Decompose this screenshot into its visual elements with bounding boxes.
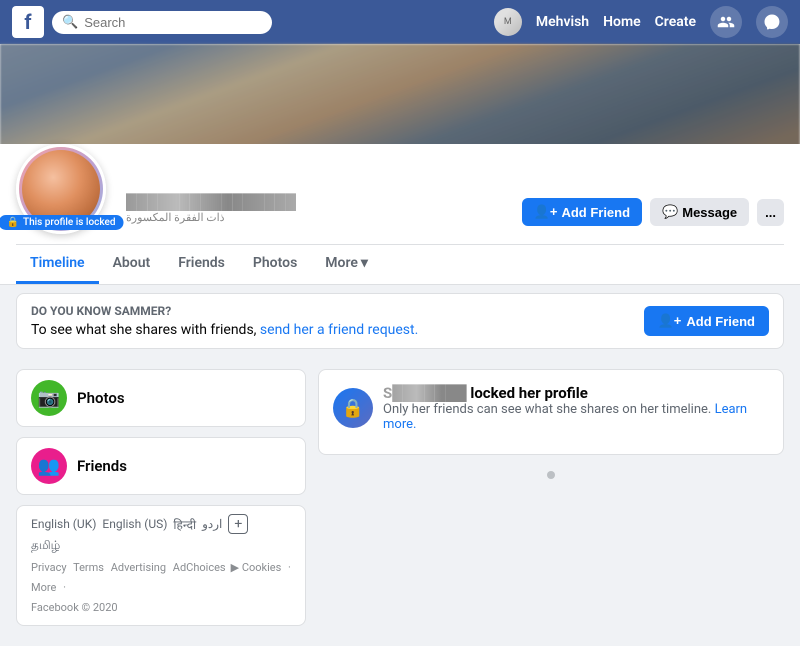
photos-icon: 📷 [31,380,67,416]
photos-widget-item[interactable]: 📷 Photos [17,370,305,426]
friends-icon[interactable] [710,6,742,38]
lang-tamil[interactable]: தமிழ் [31,538,60,554]
search-input[interactable] [84,15,244,30]
facebook-logo[interactable]: f [12,6,44,38]
chevron-down-icon: ▾ [361,255,368,271]
advertising-link[interactable]: Advertising [111,561,166,574]
friends-widget-item[interactable]: 👥 Friends [17,438,305,494]
loading-indicator [547,471,555,479]
locked-post-header: 🔒 S███████ locked her profile Only her f… [333,384,769,432]
profile-nav: Timeline About Friends Photos More ▾ [16,244,784,284]
message-button[interactable]: 💬 Message [650,198,749,226]
know-banner-add-friend-button[interactable]: 👤+ Add Friend [644,306,769,336]
copyright-text: Facebook © 2020 [31,601,118,614]
left-sidebar: 📷 Photos 👥 Friends English (UK) English … [16,369,306,634]
privacy-link[interactable]: Privacy [31,561,67,574]
more-footer-link[interactable]: More · [31,581,66,594]
sidebar-photos-widget: 📷 Photos [16,369,306,427]
locked-profile-badge: 🔒 This profile is locked [0,215,123,230]
locked-post-avatar: 🔒 [333,388,373,428]
top-navigation: f 🔍 M Mehvish Home Create [0,0,800,44]
know-banner-text: To see what she shares with friends, sen… [31,322,644,338]
lock-icon: 🔒 [7,217,19,228]
locked-post-action: locked her profile [470,384,588,402]
lang-hindi[interactable]: हिन्दी [173,516,196,533]
profile-avatar-wrap: 🔒 This profile is locked [16,144,106,234]
know-banner-title: DO YOU KNOW SAMMER? [31,304,644,318]
language-row-2: தமிழ் [31,538,291,554]
friends-label: Friends [77,457,127,475]
tab-photos[interactable]: Photos [239,245,311,284]
add-friend-sm-icon: 👤+ [658,313,682,329]
add-friend-button[interactable]: 👤+ Add Friend [522,198,642,226]
tab-about[interactable]: About [99,245,165,284]
lang-add-button[interactable]: + [228,514,248,534]
more-actions-button[interactable]: ... [757,199,784,226]
locked-post-description: Only her friends can see what she shares… [383,402,769,432]
profile-top: 🔒 This profile is locked ███████████████… [16,144,784,242]
sidebar-friends-widget: 👥 Friends [16,437,306,495]
know-banner: DO YOU KNOW SAMMER? To see what she shar… [16,293,784,349]
tab-friends[interactable]: Friends [164,245,239,284]
profile-name-box: ████████████████ ذات الفقرة المكسورة [118,189,304,228]
tab-timeline[interactable]: Timeline [16,245,99,284]
language-section: English (UK) English (US) हिन्दी اردو + … [16,505,306,626]
lang-english-us[interactable]: English (US) [102,517,167,531]
language-row: English (UK) English (US) हिन्दी اردو + [31,514,291,534]
friends-widget-icon: 👥 [31,448,67,484]
nav-right: M Mehvish Home Create [494,6,788,38]
locked-post-card: 🔒 S███████ locked her profile Only her f… [318,369,784,455]
send-friend-request-link[interactable]: send her a friend request. [260,322,418,338]
search-icon: 🔍 [62,15,78,30]
locked-post-info: S███████ locked her profile Only her fri… [383,384,769,432]
footer-links: Privacy Terms Advertising AdChoices▶ Coo… [31,558,291,617]
nav-avatar: M [494,8,522,36]
photos-label: Photos [77,389,125,407]
tab-more[interactable]: More ▾ [311,245,382,284]
know-banner-left: DO YOU KNOW SAMMER? To see what she shar… [31,304,644,338]
nav-home-link[interactable]: Home [603,14,641,30]
messenger-icon[interactable] [756,6,788,38]
nav-create-link[interactable]: Create [655,14,696,30]
main-content: 📷 Photos 👥 Friends English (UK) English … [0,357,800,646]
adchoices-link[interactable]: AdChoices▶ [173,558,239,578]
lang-english-uk[interactable]: English (UK) [31,517,96,531]
profile-actions: 👤+ Add Friend 💬 Message ... [522,198,784,234]
message-icon: 💬 [662,204,678,220]
terms-link[interactable]: Terms [73,561,104,574]
search-bar[interactable]: 🔍 [52,11,272,34]
profile-info: ████████████████ ذات الفقرة المكسورة [118,189,510,234]
right-content: 🔒 S███████ locked her profile Only her f… [318,369,784,634]
profile-subtitle: ذات الفقرة المكسورة [126,211,296,224]
lang-urdu[interactable]: اردو [202,517,222,531]
profile-section: 🔒 This profile is locked ███████████████… [0,144,800,285]
locked-post-name: S███████ locked her profile [383,384,769,402]
nav-username: Mehvish [536,14,589,30]
cookies-link[interactable]: Cookies [242,561,281,574]
add-friend-icon: 👤+ [534,204,558,220]
profile-name: ████████████████ [126,193,296,211]
